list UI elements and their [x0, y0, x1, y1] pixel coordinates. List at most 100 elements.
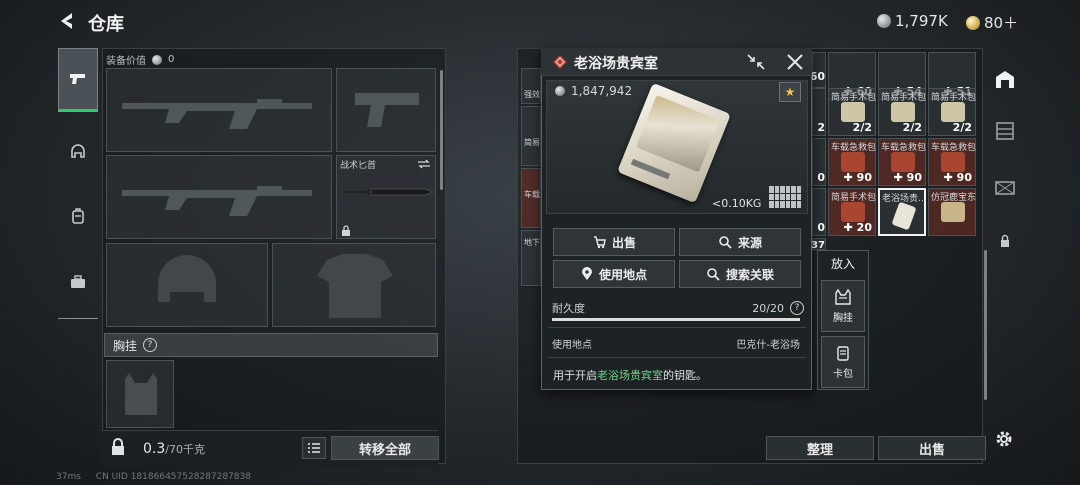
surgical-kit-icon: [841, 102, 865, 122]
page-title: 仓库: [88, 14, 124, 35]
briefcase-icon: [71, 275, 85, 288]
armor-slot[interactable]: [272, 243, 436, 327]
stash-item[interactable]: 车载急救包 ✚ 90: [928, 138, 976, 186]
crate-icon: [995, 181, 1015, 195]
use-location-row: 使用地点 巴克什-老浴场: [552, 340, 800, 351]
stash-item[interactable]: 37: [811, 238, 826, 251]
pistol-icon: [70, 74, 85, 84]
item-value: 1,847,942: [571, 84, 633, 98]
secondary-weapon-slot[interactable]: [106, 155, 332, 239]
first-aid-kit-icon: [941, 152, 965, 172]
durability-bar: [552, 318, 800, 321]
gear-icon[interactable]: [993, 428, 1015, 450]
help-icon[interactable]: ?: [143, 338, 158, 352]
sell-stash-button[interactable]: 出售: [878, 436, 986, 460]
card-pack-icon: [837, 346, 849, 361]
swap-icon[interactable]: [417, 159, 431, 169]
tab-case[interactable]: [58, 262, 98, 302]
search-related-button[interactable]: 搜索关联: [679, 260, 801, 288]
stash-item-selected-key[interactable]: 老浴场贵…: [878, 188, 927, 236]
warehouse-icon: [996, 71, 1014, 88]
source-button[interactable]: 来源: [679, 228, 801, 256]
stash-item[interactable]: 简易: [521, 106, 541, 166]
stash-item[interactable]: 地下: [521, 230, 541, 286]
premium-balance[interactable]: 80＋: [966, 12, 1018, 33]
item-weight: <0.10KG: [712, 197, 762, 210]
carry-weight: 0.3/70千克: [143, 441, 205, 457]
stash-item[interactable]: 0: [812, 138, 826, 186]
helmet-icon: [71, 144, 85, 158]
stash-item[interactable]: 60: [810, 52, 826, 88]
stash-item[interactable]: 简易手术包 ✚ 20: [828, 188, 876, 236]
tab-armor[interactable]: [58, 132, 98, 172]
lock-icon: [342, 225, 350, 236]
knife-icon: [343, 188, 435, 196]
list-icon: [308, 443, 320, 453]
cabinet-icon: [996, 122, 1014, 140]
helmet-slot[interactable]: [106, 243, 268, 327]
stash-item[interactable]: 2: [812, 88, 826, 136]
primary-weapon-slot[interactable]: [106, 68, 332, 152]
knife-slot[interactable]: 战术匕首: [336, 155, 436, 239]
stash-item[interactable]: 简易手术包 2/2: [878, 88, 926, 136]
coin-icon: [555, 86, 565, 96]
scrollbar[interactable]: [984, 250, 987, 400]
tab-stash-main[interactable]: [988, 62, 1022, 96]
sell-icon: [593, 236, 606, 249]
tab-weapons[interactable]: [58, 48, 98, 112]
first-aid-kit-icon: [841, 202, 865, 222]
coin-icon: [877, 14, 891, 28]
put-in-card-pack-button[interactable]: 卡包: [821, 336, 865, 388]
close-icon[interactable]: [786, 53, 804, 71]
item-description: 用于开启老浴场贵宾室的钥匙。: [553, 369, 707, 382]
back-icon[interactable]: [56, 10, 78, 32]
put-in-chest-rig-button[interactable]: 胸挂: [821, 280, 865, 332]
search-icon: [707, 268, 720, 281]
stash-item[interactable]: 车载急救包 ✚ 90: [828, 138, 876, 186]
transfer-all-button[interactable]: 转移全部: [331, 436, 439, 460]
tab-stash-3[interactable]: [988, 170, 1022, 204]
body-armor-icon: [317, 254, 393, 318]
equipment-tabs: [58, 48, 98, 320]
lock-icon[interactable]: [110, 438, 126, 456]
collapse-icon[interactable]: [746, 53, 766, 71]
backpack-icon: [72, 208, 84, 224]
key-rarity-icon: [553, 55, 567, 69]
scrollbar[interactable]: [440, 70, 443, 190]
use-location-button[interactable]: 使用地点: [553, 260, 675, 288]
stash-item[interactable]: 强效: [521, 68, 541, 104]
chest-rig-icon: [125, 373, 157, 415]
favorite-star-icon[interactable]: ★: [779, 82, 801, 102]
tab-stash-2[interactable]: [988, 114, 1022, 148]
stash-item[interactable]: 车载急救包 ✚ 90: [878, 138, 926, 186]
stash-item[interactable]: 0: [812, 188, 826, 236]
equipment-value: 装备价值 0: [106, 54, 175, 67]
user-uid: CN UID 181866457528287287838: [95, 472, 251, 482]
item-size-grid-icon: [769, 186, 801, 208]
sidearm-slot[interactable]: [336, 68, 436, 152]
rifle-icon: [122, 99, 312, 129]
help-icon[interactable]: ?: [790, 301, 804, 315]
durability-row: 耐久度 20/20 ?: [552, 300, 804, 316]
stash-item[interactable]: 车载: [521, 168, 541, 228]
list-view-button[interactable]: [302, 437, 326, 459]
first-aid-kit-icon: [891, 152, 915, 172]
tab-backpack[interactable]: [58, 196, 98, 236]
tab-divider: [58, 318, 98, 319]
stash-item[interactable]: 简易手术包 2/2: [828, 88, 876, 136]
chest-rig-header: 胸挂 ?: [104, 333, 438, 357]
surgical-kit-icon: [941, 102, 965, 122]
lock-icon: [1001, 234, 1009, 247]
first-aid-kit-icon: [841, 152, 865, 172]
sort-button[interactable]: 整理: [766, 436, 874, 460]
stash-item[interactable]: 仿冠鹿宝东: [928, 188, 976, 236]
stash-item[interactable]: 简易手术包 2/2: [928, 88, 976, 136]
helmet-icon: [158, 255, 216, 302]
rifle-icon: [122, 186, 312, 216]
search-icon: [719, 236, 732, 249]
chest-rig-slot[interactable]: [106, 360, 174, 428]
premium-currency-icon: [966, 15, 980, 30]
sell-item-button[interactable]: 出售: [553, 228, 675, 256]
coin-icon: [152, 54, 162, 65]
tab-locked[interactable]: [988, 224, 1022, 258]
